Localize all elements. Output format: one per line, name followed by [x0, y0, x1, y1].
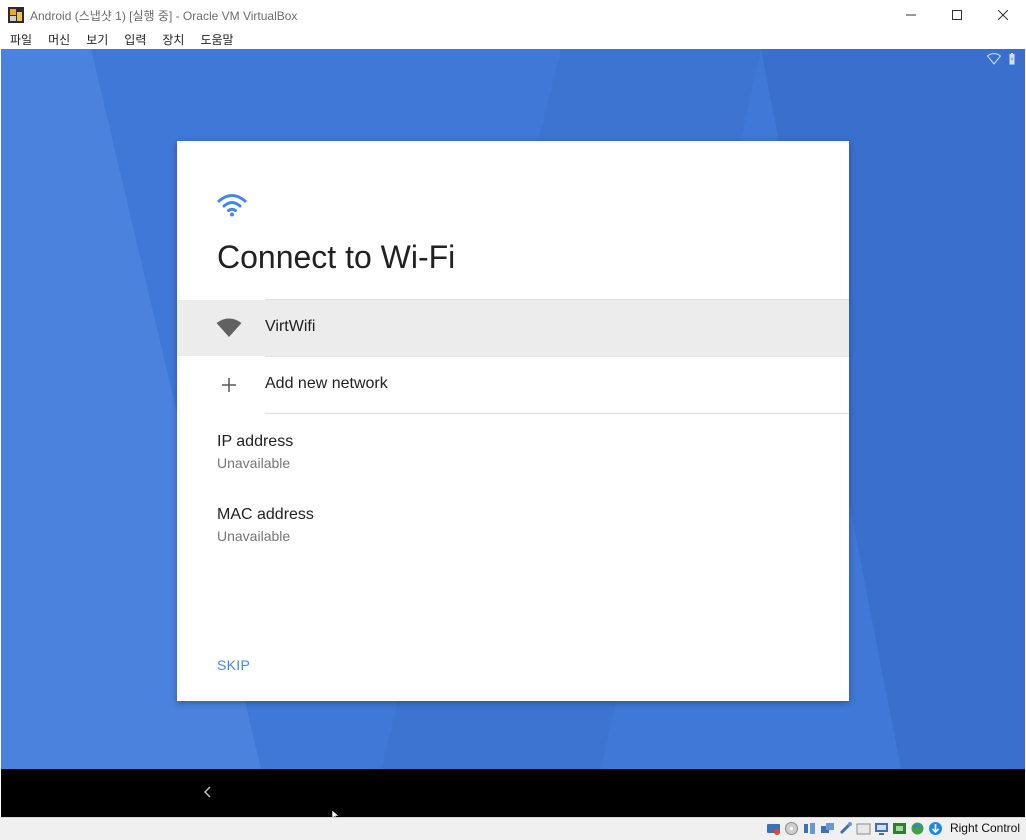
menu-file[interactable]: 파일 [10, 31, 32, 48]
ip-address-value: Unavailable [217, 455, 291, 471]
virtualbox-status-bar: Right Control [0, 817, 1026, 840]
wifi-icon [217, 194, 247, 217]
add-network-label: Add new network [265, 375, 388, 392]
audio-icon[interactable] [802, 820, 818, 836]
network-name: VirtWifi [265, 318, 316, 335]
shared-folders-icon[interactable] [856, 820, 872, 836]
window-title: Android (스냅샷 1) [실행 중] - Oracle VM Virtu… [30, 8, 298, 23]
plus-icon [222, 378, 236, 392]
maximize-button[interactable] [934, 0, 980, 30]
ip-address-label: IP address [217, 433, 294, 450]
menu-devices[interactable]: 장치 [162, 31, 184, 48]
minimize-button[interactable] [888, 0, 934, 30]
android-nav-bar [1, 769, 1025, 821]
mac-address-label: MAC address [217, 506, 314, 523]
setup-card: Connect to Wi-Fi VirtWifi Add new networ… [177, 141, 849, 701]
back-icon[interactable] [201, 785, 213, 799]
menu-machine[interactable]: 머신 [48, 31, 70, 48]
guest-additions-icon[interactable] [910, 820, 926, 836]
battery-icon [1009, 53, 1015, 65]
menu-bar: 파일 머신 보기 입력 장치 도움말 [0, 30, 1026, 49]
network-icon[interactable] [820, 820, 836, 836]
menu-input[interactable]: 입력 [124, 31, 146, 48]
usb-icon[interactable] [838, 820, 854, 836]
wifi-signal-icon [216, 318, 242, 337]
page-title: Connect to Wi-Fi [217, 239, 456, 275]
divider [265, 413, 849, 414]
menu-view[interactable]: 보기 [86, 31, 108, 48]
virtualbox-app-icon [8, 7, 24, 23]
menu-help[interactable]: 도움말 [200, 31, 233, 48]
mac-address-value: Unavailable [217, 528, 291, 544]
video-capture-icon[interactable] [892, 820, 908, 836]
close-icon [998, 10, 1008, 20]
window-titlebar[interactable]: Android (스냅샷 1) [실행 중] - Oracle VM Virtu… [0, 0, 1026, 30]
host-key-label: Right Control [949, 821, 1020, 835]
keyboard-capture-icon[interactable] [928, 820, 944, 836]
android-status-icons [987, 53, 1015, 65]
maximize-icon [952, 10, 962, 20]
hard-disk-icon[interactable] [766, 820, 782, 836]
display-icon[interactable] [874, 820, 890, 836]
optical-drive-icon[interactable] [784, 820, 800, 836]
wifi-status-icon [987, 53, 1001, 65]
guest-display[interactable]: Connect to Wi-Fi VirtWifi Add new networ… [1, 49, 1025, 769]
close-button[interactable] [980, 0, 1026, 30]
minimize-icon [906, 14, 916, 16]
network-item-virtwifi[interactable]: VirtWifi [177, 300, 849, 356]
skip-button[interactable]: SKIP [217, 657, 250, 673]
add-network-button[interactable]: Add new network [177, 357, 849, 413]
